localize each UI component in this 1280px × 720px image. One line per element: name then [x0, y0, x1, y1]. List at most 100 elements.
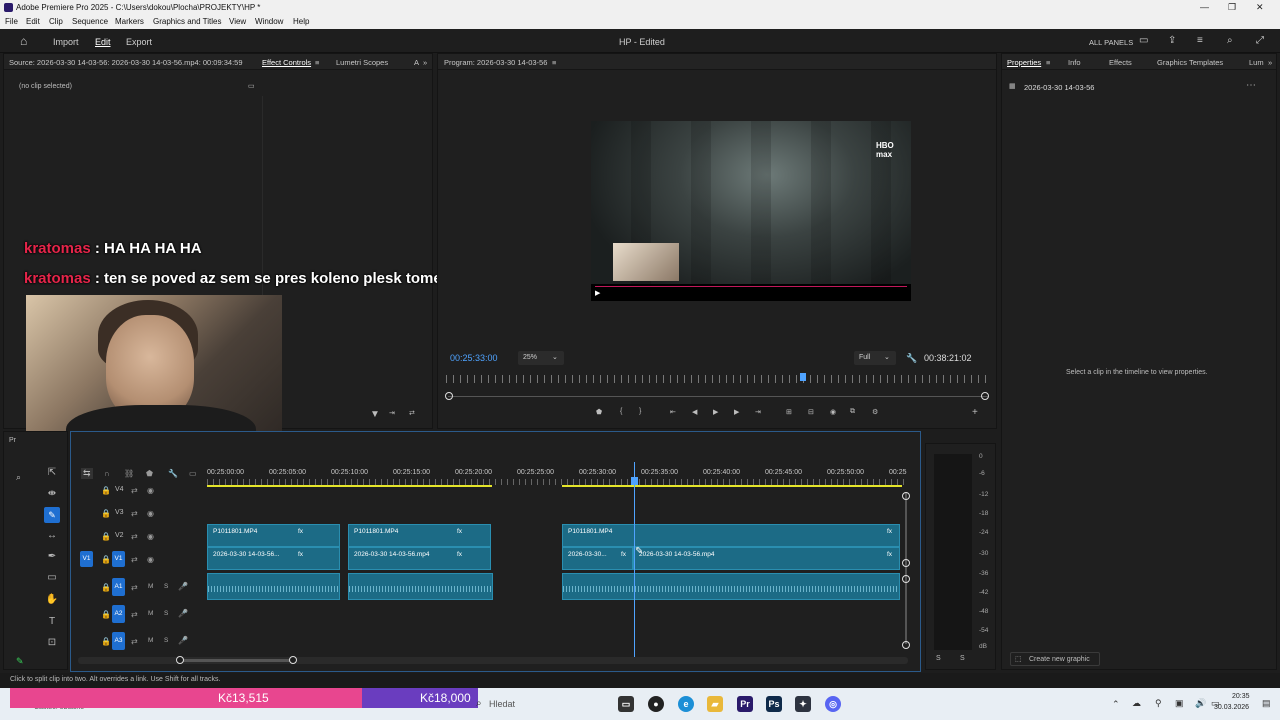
- eye-icon[interactable]: ◉: [147, 509, 154, 518]
- lock-icon[interactable]: 🔒: [101, 637, 111, 646]
- sync-icon[interactable]: ⇄: [131, 532, 138, 541]
- track-name-v4[interactable]: V4: [115, 486, 124, 493]
- zoom-handle-right[interactable]: [289, 656, 297, 664]
- tab-graphics-templates[interactable]: Graphics Templates: [1157, 58, 1223, 67]
- network-icon[interactable]: ▣: [1175, 698, 1184, 709]
- mute-button[interactable]: M: [148, 610, 153, 617]
- add-marker-icon[interactable]: ⬟: [596, 408, 602, 416]
- filter-icon[interactable]: ▼: [370, 409, 380, 420]
- pen-tool-icon[interactable]: ✒: [45, 550, 59, 564]
- microphone-icon[interactable]: 🎤: [178, 609, 188, 618]
- properties-menu-icon[interactable]: ≡: [1046, 58, 1050, 67]
- fx-badge[interactable]: fx: [887, 551, 892, 558]
- solo-left[interactable]: S: [936, 655, 941, 662]
- edit-tab[interactable]: Edit: [95, 37, 111, 47]
- microphone-icon[interactable]: 🎤: [178, 582, 188, 591]
- play-icon[interactable]: ▶: [713, 408, 718, 416]
- eye-icon[interactable]: ◉: [147, 555, 154, 564]
- audio-clip-a1[interactable]: [207, 573, 340, 600]
- menu-edit[interactable]: Edit: [26, 17, 40, 26]
- solo-button[interactable]: S: [164, 610, 168, 617]
- lock-icon[interactable]: 🔒: [101, 532, 111, 541]
- program-playhead[interactable]: [800, 373, 806, 381]
- vertical-scrollbar[interactable]: [905, 492, 907, 644]
- sync-icon[interactable]: ⇄: [131, 637, 138, 646]
- lumetri-scopes-tab[interactable]: Lumetri Scopes: [336, 58, 388, 67]
- tab-info[interactable]: Info: [1068, 58, 1081, 67]
- search-icon[interactable]: ⌕: [16, 472, 21, 483]
- go-to-in-icon[interactable]: ⇤: [670, 408, 676, 416]
- track-name-a1[interactable]: A1: [112, 578, 125, 596]
- magnet-icon[interactable]: ∩: [104, 469, 110, 478]
- slip-tool-icon[interactable]: ↔: [45, 529, 59, 543]
- type-tool-icon[interactable]: T: [45, 615, 59, 629]
- chrome-icon[interactable]: ●: [648, 696, 664, 712]
- mute-button[interactable]: M: [148, 583, 153, 590]
- fx-badge[interactable]: fx: [298, 551, 303, 558]
- lock-icon[interactable]: 🔒: [101, 555, 111, 564]
- clip-v2[interactable]: P1011801.MP4 fx: [348, 524, 491, 547]
- track-name-a2[interactable]: A2: [112, 605, 125, 623]
- mark-out-icon[interactable]: }: [639, 408, 641, 415]
- lock-icon[interactable]: 🔒: [101, 610, 111, 619]
- panel-overflow-icon[interactable]: »: [423, 58, 427, 67]
- captions-tool-icon[interactable]: ⊡: [45, 636, 59, 650]
- go-to-out-icon[interactable]: ⇥: [755, 408, 761, 416]
- taskbar-search[interactable]: Hledat: [489, 699, 515, 709]
- discord-icon[interactable]: ◎: [825, 696, 841, 712]
- camera-icon[interactable]: ◉: [830, 408, 836, 416]
- effect-controls-tab[interactable]: Effect Controls: [262, 58, 311, 67]
- clip-v2[interactable]: P1011801.MP4 fx: [207, 524, 340, 547]
- minimize-icon[interactable]: —: [1200, 2, 1209, 12]
- scroll-handle[interactable]: [902, 641, 910, 649]
- menu-view[interactable]: View: [229, 17, 246, 26]
- task-view-icon[interactable]: ▭: [618, 696, 634, 712]
- lock-icon[interactable]: 🔒: [101, 583, 111, 592]
- audio-clip-a1[interactable]: [348, 573, 493, 600]
- panel-options-icon[interactable]: ▭: [248, 82, 255, 90]
- program-zoom-bar[interactable]: [448, 396, 988, 397]
- solo-right[interactable]: S: [960, 655, 965, 662]
- menu-window[interactable]: Window: [255, 17, 283, 26]
- hand-tool-icon[interactable]: ✋: [45, 593, 59, 607]
- clip-v2[interactable]: P1011801.MP4 fx: [562, 524, 900, 547]
- panel-layout-icon[interactable]: ▭: [1139, 35, 1148, 46]
- photoshop-icon[interactable]: Ps: [766, 696, 782, 712]
- reset-icon[interactable]: ⇄: [409, 409, 415, 417]
- program-menu-icon[interactable]: ≡: [552, 58, 556, 67]
- comparison-icon[interactable]: ⧉: [850, 408, 855, 416]
- add-button-icon[interactable]: +: [972, 407, 978, 418]
- export-frame-icon[interactable]: ⇥: [389, 409, 395, 417]
- import-tab[interactable]: Import: [53, 37, 79, 47]
- fx-badge[interactable]: fx: [621, 551, 626, 558]
- clip-v1[interactable]: 2026-03-30 14-03-56.mp4 fx: [633, 547, 900, 570]
- track-name-v2[interactable]: V2: [115, 532, 124, 539]
- app-icon[interactable]: ✦: [795, 696, 811, 712]
- clock-time[interactable]: 20:35: [1232, 693, 1250, 700]
- zoom-handle-right[interactable]: [981, 392, 989, 400]
- effect-controls-menu-icon[interactable]: ≡: [315, 58, 319, 67]
- step-forward-icon[interactable]: ▶: [734, 408, 739, 416]
- fx-badge[interactable]: fx: [457, 528, 462, 535]
- microphone-icon[interactable]: 🎤: [178, 636, 188, 645]
- scroll-handle[interactable]: [902, 559, 910, 567]
- menu-clip[interactable]: Clip: [49, 17, 63, 26]
- more-tab[interactable]: A: [414, 58, 419, 67]
- audio-clip-a1[interactable]: [562, 573, 900, 600]
- wrench-icon[interactable]: 🔧: [906, 353, 917, 364]
- step-back-icon[interactable]: ◀: [692, 408, 697, 416]
- project-tab[interactable]: Pr: [9, 437, 16, 444]
- program-timecode[interactable]: 00:25:33:00: [450, 353, 498, 363]
- share-icon[interactable]: ⇪: [1168, 35, 1176, 46]
- clip-v1[interactable]: 2026-03-30 14-03-56... fx: [207, 547, 340, 570]
- scroll-handle[interactable]: [902, 492, 910, 500]
- panel-overflow-icon[interactable]: »: [1268, 58, 1272, 67]
- snap-icon[interactable]: ⇆: [81, 468, 93, 479]
- solo-button[interactable]: S: [164, 637, 168, 644]
- menu-file[interactable]: File: [5, 17, 18, 26]
- tab-lumetri[interactable]: Lum: [1249, 58, 1264, 67]
- captions-icon[interactable]: ▭: [189, 469, 197, 478]
- tab-effects[interactable]: Effects: [1109, 58, 1132, 67]
- wrench-icon[interactable]: 🔧: [168, 469, 178, 478]
- program-ruler[interactable]: [446, 375, 986, 383]
